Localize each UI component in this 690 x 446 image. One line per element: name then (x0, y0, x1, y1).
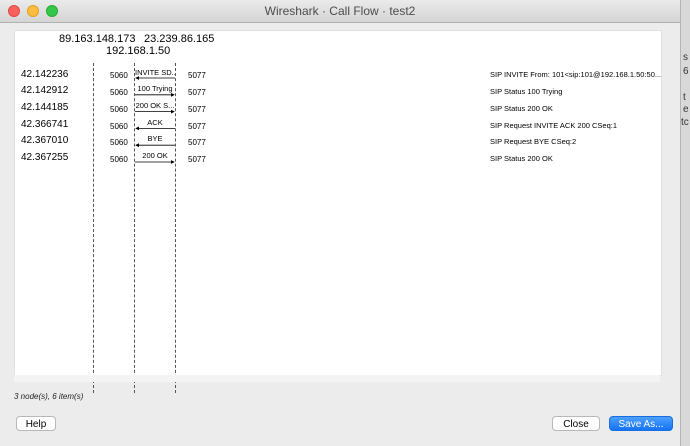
flow-src-port: 5060 (110, 155, 128, 164)
flow-dst-port: 5077 (188, 71, 206, 80)
flow-time: 42.367010 (21, 135, 69, 146)
flow-dst-port: 5077 (188, 105, 206, 114)
flow-comment[interactable]: SIP Request BYE CSeq:2 (490, 137, 576, 146)
flow-comment[interactable]: SIP Status 200 OK (490, 104, 553, 113)
flow-dst-port: 5077 (188, 88, 206, 97)
flow-src-port: 5060 (110, 71, 128, 80)
backdrop-fragment: tc (681, 117, 689, 128)
flow-time: 42.144185 (21, 102, 69, 113)
flow-comment[interactable]: SIP Request INVITE ACK 200 CSeq:1 (490, 121, 617, 130)
flow-comment[interactable]: SIP Status 100 Trying (490, 87, 562, 96)
flow-label[interactable]: 100 Trying (135, 84, 175, 93)
flow-src-port: 5060 (110, 105, 128, 114)
window-title: Wireshark · Call Flow · test2 (264, 4, 416, 18)
call-flow-graph[interactable]: 89.163.148.173 192.168.1.50 23.239.86.16… (14, 30, 662, 393)
flow-src-port: 5060 (110, 138, 128, 147)
flow-src-port: 5060 (110, 122, 128, 131)
horizontal-scrollbar[interactable] (14, 375, 660, 382)
backdrop-fragment: t (683, 92, 686, 103)
flow-time: 42.142912 (21, 85, 69, 96)
flow-time: 42.367255 (21, 152, 69, 163)
flow-label[interactable]: 200 OK S... (135, 101, 175, 110)
backdrop-fragment: s (683, 52, 688, 63)
close-button[interactable]: Close (552, 416, 600, 431)
flow-comment[interactable]: SIP INVITE From: 101<sip:101@192.168.1.5… (490, 70, 661, 79)
flow-comment[interactable]: SIP Status 200 OK (490, 154, 553, 163)
backdrop-fragment: e (683, 104, 689, 115)
backdrop-fragment: 6 (683, 66, 689, 77)
flow-label[interactable]: BYE (135, 134, 175, 143)
save-as-button[interactable]: Save As... (609, 416, 673, 431)
call-flow-window: Wireshark · Call Flow · test2 89.163.148… (0, 0, 681, 446)
flow-arrows (135, 76, 175, 164)
flow-label[interactable]: INVITE SD... (135, 68, 175, 77)
flow-dst-port: 5077 (188, 122, 206, 131)
flow-time: 42.142236 (21, 69, 69, 80)
flow-label[interactable]: 200 OK (135, 151, 175, 160)
status-text: 3 node(s), 6 item(s) (14, 392, 84, 401)
flow-time: 42.366741 (21, 119, 69, 130)
flow-src-port: 5060 (110, 88, 128, 97)
flow-dst-port: 5077 (188, 155, 206, 164)
flow-label[interactable]: ACK (135, 118, 175, 127)
title-bar[interactable]: Wireshark · Call Flow · test2 (0, 0, 680, 23)
flow-dst-port: 5077 (188, 138, 206, 147)
help-button[interactable]: Help (16, 416, 56, 431)
